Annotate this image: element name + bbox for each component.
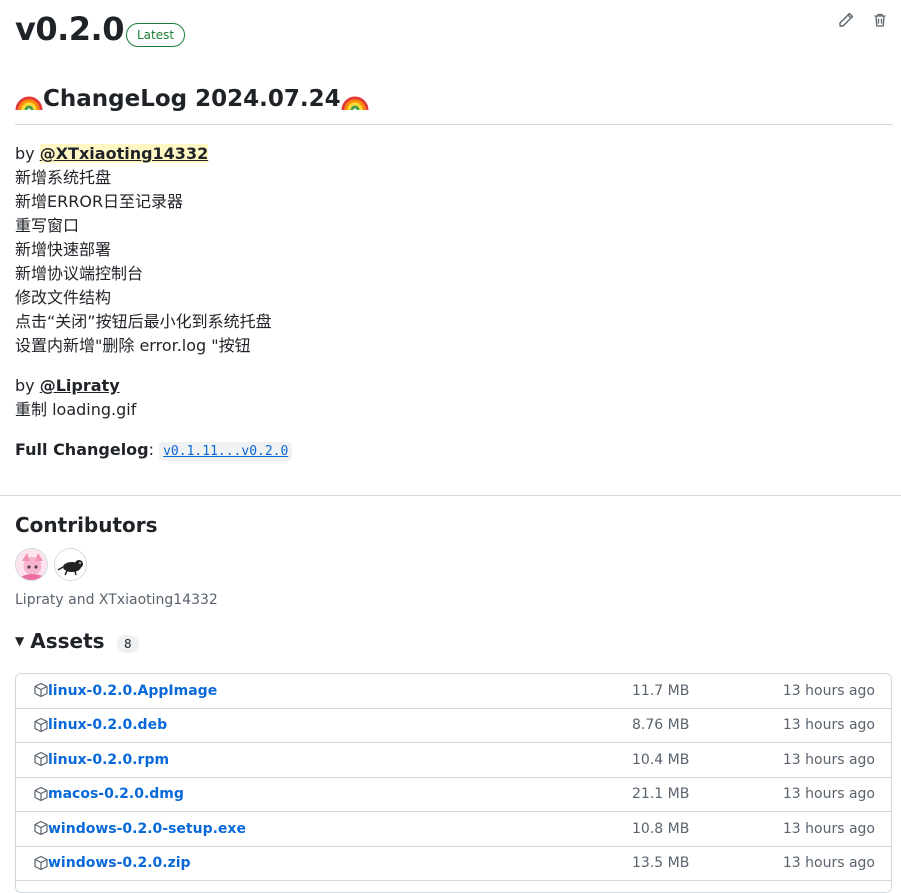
asset-row: windows-0.2.0-setup.exe 10.8 MB 13 hours… xyxy=(16,812,891,847)
list-item: 修改文件结构 xyxy=(15,288,112,307)
release-notes: by @XTxiaoting14332 新增系统托盘 新增ERROR日至记录器 … xyxy=(15,142,293,464)
asset-size: 21.1 MB xyxy=(632,786,690,803)
list-item: 重写窗口 xyxy=(15,216,80,235)
avatar[interactable] xyxy=(54,548,87,581)
asset-time: 13 hours ago xyxy=(782,751,875,768)
release-title: v0.2.0 xyxy=(15,10,124,48)
list-item: 新增ERROR日至记录器 xyxy=(15,192,184,211)
assets-list: linux-0.2.0.AppImage 11.7 MB 13 hours ag… xyxy=(15,673,892,893)
asset-row: windows-0.2.0.zip 13.5 MB 13 hours ago xyxy=(16,847,891,881)
asset-link[interactable]: linux-0.2.0.AppImage xyxy=(48,683,217,699)
author-mention-link[interactable]: @Lipraty xyxy=(40,376,120,395)
compare-link[interactable]: v0.1.11...v0.2.0 xyxy=(159,442,293,461)
asset-row: linux-0.2.0.deb 8.76 MB 13 hours ago xyxy=(16,709,891,743)
latest-badge: Latest xyxy=(126,23,186,47)
author-mention-link[interactable]: @XTxiaoting14332 xyxy=(39,144,209,163)
package-icon xyxy=(34,786,48,801)
heading-divider xyxy=(15,124,893,125)
list-item: 新增快速部署 xyxy=(15,240,112,259)
asset-link[interactable]: macos-0.2.0.dmg xyxy=(48,786,184,802)
asset-time: 13 hours ago xyxy=(782,682,875,699)
asset-size: 10.8 MB xyxy=(632,820,690,837)
list-item: 新增协议端控制台 xyxy=(15,264,144,283)
list-item: 新增系统托盘 xyxy=(15,168,112,187)
full-changelog-label: Full Changelog xyxy=(15,440,149,459)
asset-link[interactable]: linux-0.2.0.rpm xyxy=(48,752,169,768)
asset-row: linux-0.2.0.AppImage 11.7 MB 13 hours ag… xyxy=(16,674,891,709)
list-item: 点击“关闭”按钮后最小化到系统托盘 xyxy=(15,312,272,331)
assets-count-badge: 8 xyxy=(117,635,139,653)
trash-icon[interactable] xyxy=(870,10,890,30)
asset-time: 13 hours ago xyxy=(782,820,875,837)
asset-link[interactable]: windows-0.2.0-setup.exe xyxy=(48,821,246,837)
asset-time: 13 hours ago xyxy=(782,786,875,803)
rainbow-icon xyxy=(15,96,43,111)
asset-time: 13 hours ago xyxy=(782,855,875,872)
changelog-heading: ChangeLog 2024.07.24 xyxy=(15,86,369,112)
assets-heading: Assets xyxy=(30,629,105,653)
asset-link[interactable]: linux-0.2.0.deb xyxy=(48,717,167,733)
asset-size: 11.7 MB xyxy=(632,682,690,699)
asset-row: macos-0.2.0.dmg 21.1 MB 13 hours ago xyxy=(16,778,891,812)
changelog-title: ChangeLog 2024.07.24 xyxy=(43,86,341,112)
full-changelog-line: Full Changelog: v0.1.11...v0.2.0 xyxy=(15,438,293,464)
list-item: 重制 loading.gif xyxy=(15,400,137,419)
pencil-icon[interactable] xyxy=(836,10,856,30)
avatar[interactable] xyxy=(15,548,48,581)
asset-link[interactable]: windows-0.2.0.zip xyxy=(48,855,191,871)
author-line: by @Lipraty xyxy=(15,376,120,395)
package-icon xyxy=(34,855,48,870)
package-icon xyxy=(34,820,48,836)
contributors-heading: Contributors xyxy=(15,513,158,537)
list-item: 设置内新增"删除 error.log "按钮 xyxy=(15,336,251,355)
asset-size: 8.76 MB xyxy=(632,717,690,734)
asset-size: 13.5 MB xyxy=(632,855,690,872)
assets-toggle[interactable]: ▼ Assets xyxy=(15,629,105,653)
package-icon xyxy=(34,717,48,732)
section-divider xyxy=(0,495,901,496)
caret-down-icon: ▼ xyxy=(15,634,25,648)
contributor-names: Lipraty and XTxiaoting14332 xyxy=(15,592,218,608)
author-line: by @XTxiaoting14332 xyxy=(15,144,209,163)
package-icon xyxy=(34,682,48,698)
package-icon xyxy=(34,751,48,767)
asset-time: 13 hours ago xyxy=(782,717,875,734)
asset-size: 10.4 MB xyxy=(632,751,690,768)
asset-row: linux-0.2.0.rpm 10.4 MB 13 hours ago xyxy=(16,743,891,778)
rainbow-icon xyxy=(341,96,369,111)
